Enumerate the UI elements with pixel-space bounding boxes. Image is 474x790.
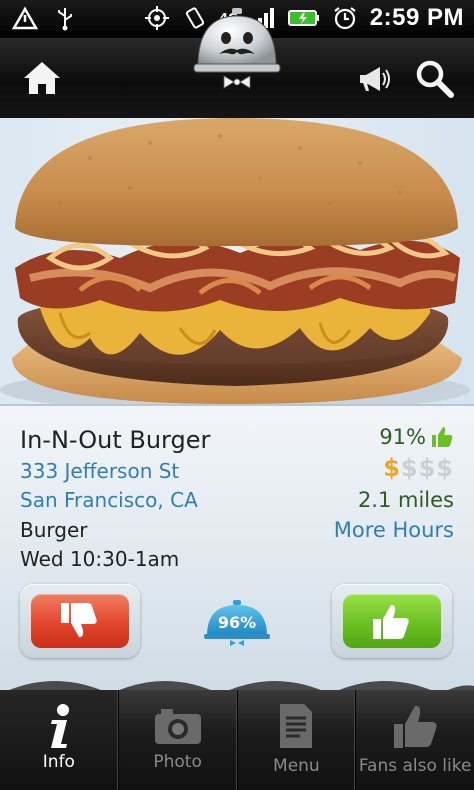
battery-charging-icon	[287, 10, 319, 26]
rating-percent: 91%	[379, 425, 426, 449]
rating: 91%	[379, 425, 454, 449]
thumbs-up-button[interactable]	[343, 594, 441, 648]
megaphone-icon[interactable]	[354, 60, 392, 98]
score-bell-badge: 96%	[204, 600, 270, 646]
tab-info-label: Info	[42, 752, 75, 772]
restaurant-name: In-N-Out Burger	[20, 426, 211, 454]
price-level-inactive: $$$	[400, 454, 454, 482]
alert-triangle-icon	[12, 6, 38, 30]
search-icon[interactable]	[412, 56, 456, 100]
app-logo	[193, 8, 281, 89]
thumbs-up-small-icon	[432, 427, 453, 447]
thumbs-down-frame	[20, 584, 140, 658]
camera-icon	[154, 709, 201, 744]
thumbs-down-icon	[61, 603, 97, 638]
tab-menu-label: Menu	[273, 756, 320, 776]
home-icon[interactable]	[20, 56, 64, 100]
burger-illustration	[0, 118, 470, 404]
tab-photo-label: Photo	[153, 752, 202, 772]
address-line-1-link[interactable]: 333 Jefferson St	[20, 459, 179, 483]
tab-fans-also-like[interactable]: Fans also like	[356, 690, 474, 790]
tab-info[interactable]: Info	[0, 690, 119, 790]
status-time: 2:59 PM	[369, 4, 464, 31]
address-line-2-link[interactable]: San Francisco, CA	[20, 488, 198, 512]
thumbs-down-button[interactable]	[31, 594, 129, 648]
tab-menu[interactable]: Menu	[238, 690, 357, 790]
opening-hours: Wed 10:30-1am	[20, 547, 180, 571]
restaurant-photo	[0, 118, 474, 404]
thumbs-up-frame	[332, 584, 452, 658]
price-level-active: $	[383, 454, 401, 482]
info-icon	[50, 704, 69, 748]
cuisine-category: Burger	[20, 518, 88, 542]
distance: 2.1 miles	[357, 488, 454, 512]
price-level: $$$$	[383, 454, 454, 482]
more-hours-link[interactable]: More Hours	[334, 518, 454, 542]
usb-icon	[58, 8, 72, 31]
thumbs-up-icon	[373, 604, 409, 639]
restaurant-details-card: In-N-Out Burger 333 Jefferson St San Fra…	[0, 404, 474, 694]
menu-document-icon	[280, 704, 313, 748]
alarm-clock-icon	[334, 7, 356, 30]
score-percent: 96%	[217, 613, 257, 632]
tab-photo[interactable]: Photo	[119, 690, 238, 790]
bottom-tab-bar: Info Photo Menu Fans also like	[0, 690, 474, 790]
thumbs-up-icon	[394, 705, 437, 748]
tab-fans-also-like-label: Fans also like	[358, 756, 472, 776]
gps-icon	[144, 6, 169, 30]
